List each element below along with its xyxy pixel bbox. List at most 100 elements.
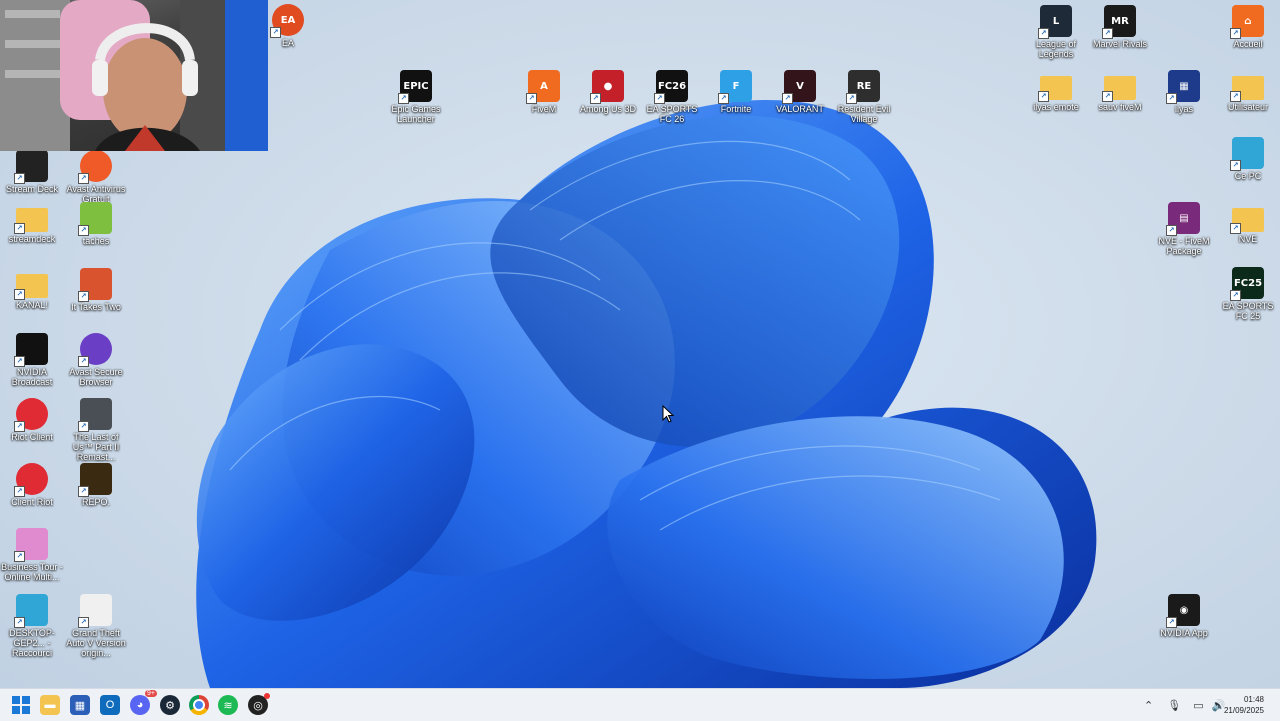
shortcut-arrow-icon: ↗ — [1230, 223, 1241, 234]
desktop-icon[interactable]: EPIC ↗ Epic Games Launcher — [384, 70, 448, 124]
outlook-button[interactable]: O — [100, 695, 120, 715]
home-icon: ⌂ ↗ — [1230, 5, 1264, 39]
clock-date: 21/09/2025 — [1223, 706, 1264, 715]
shortcut-arrow-icon: ↗ — [526, 93, 537, 104]
desktop-icon[interactable]: ● ↗ Among Us 3D — [576, 70, 640, 114]
webcam-person-image — [0, 0, 268, 151]
desktop-icon[interactable]: FC25 ↗ EA SPORTS FC 25 — [1216, 267, 1280, 321]
desktop-icon-label: NVIDIA App — [1160, 628, 1208, 638]
desktop-icon-label: Fortnite — [720, 104, 752, 114]
obs-button[interactable]: ◎ — [248, 693, 270, 715]
desktop-icon[interactable]: ↗ The Last of Us™ Part II Remast... — [64, 398, 128, 462]
desktop-icon[interactable]: ↗ REPO. — [64, 463, 128, 507]
winrar-icon: ▤ ↗ — [1166, 202, 1200, 236]
desktop-icon[interactable]: ↗ KANAL! — [0, 268, 64, 310]
desktop-icon[interactable]: ◉ ↗ NVIDIA App — [1152, 594, 1216, 638]
spotify-button[interactable]: ≋ — [218, 695, 238, 715]
desktop-icon[interactable]: ↗ Business Tour - Online Multi... — [0, 528, 64, 582]
shortcut-arrow-icon: ↗ — [78, 291, 89, 302]
desktop-icon[interactable]: ↗ Ce PC — [1216, 137, 1280, 181]
outlook-icon: O — [105, 699, 115, 711]
shortcut-arrow-icon: ↗ — [78, 421, 89, 432]
desktop-icon[interactable]: ↗ NVIDIA Broadcast — [0, 333, 64, 387]
folder-icon: ↗ — [1038, 76, 1072, 102]
shortcut-arrow-icon: ↗ — [782, 93, 793, 104]
notepad-icon: ↗ — [78, 202, 112, 236]
clock[interactable]: 01:48 21/09/2025 — [1224, 694, 1264, 716]
desktop-icon[interactable]: ↗ Utilisateur — [1216, 70, 1280, 112]
shortcut-arrow-icon: ↗ — [14, 551, 25, 562]
browser-icon: ↗ — [78, 333, 112, 367]
desktop-icon[interactable]: ↗ sauv fiveM — [1088, 70, 1152, 112]
recording-dot — [264, 693, 270, 699]
valorant-icon: V ↗ — [782, 70, 816, 104]
desktop-icon-label: KANAL! — [15, 300, 48, 310]
shortcut-arrow-icon: ↗ — [1166, 93, 1177, 104]
desktop-icon-label: DESKTOP-GEP2... - Raccourci — [9, 628, 55, 658]
desktop-icon[interactable]: RE ↗ Resident Evil Village — [832, 70, 896, 124]
desktop-icon[interactable]: MR ↗ Marvel Rivals — [1088, 5, 1152, 49]
desktop-icon[interactable]: ↗ It Takes Two — [64, 268, 128, 312]
desktop-icon[interactable]: ↗ Stream Deck — [0, 150, 64, 194]
shortcut-arrow-icon: ↗ — [590, 93, 601, 104]
nvidia-icon: ◉ ↗ — [1166, 594, 1200, 628]
desktop-icon-label: Client Riot — [11, 497, 53, 507]
taskbar: ▬ ▦ O ◕ 9+ ⚙ ≋ ◎ ⌃ 🎙 ▭ 🔊 01:48 21/09/202… — [0, 688, 1280, 721]
store-button[interactable]: ▦ — [70, 695, 90, 715]
shortcut-arrow-icon: ↗ — [1102, 91, 1113, 102]
desktop-icon[interactable]: ↗ NVE — [1216, 202, 1280, 244]
chrome-button[interactable] — [189, 695, 209, 715]
desktop-icon-label: Business Tour - Online Multi... — [1, 562, 63, 582]
desktop-icon[interactable]: L ↗ League of Legends — [1024, 5, 1088, 59]
microphone-icon[interactable]: 🎙 — [1167, 699, 1181, 712]
shortcut-arrow-icon: ↗ — [398, 93, 409, 104]
desktop-icon-label: REPO. — [81, 497, 110, 507]
steam-button[interactable]: ⚙ — [160, 695, 180, 715]
desktop-icon[interactable]: ↗ Grand Theft Auto V Version origin... — [64, 594, 128, 658]
desktop-icon[interactable]: ↗ DESKTOP-GEP2... - Raccourci — [0, 594, 64, 658]
desktop-icon-label: Utilisateur — [1227, 102, 1268, 112]
desktop-icon-label: Ce PC — [1234, 171, 1262, 181]
desktop-icon[interactable]: ↗ Riot Client — [0, 398, 64, 442]
discord-button[interactable]: ◕ 9+ — [130, 690, 157, 715]
desktop-icon[interactable]: ▤ ↗ NVE - FiveM Package — [1152, 202, 1216, 256]
desktop-icon[interactable]: A ↗ FiveM — [512, 70, 576, 114]
lol-icon: L ↗ — [1038, 5, 1072, 39]
shortcut-arrow-icon: ↗ — [1230, 28, 1241, 39]
desktop-icon-label: EA SPORTS FC 26 — [646, 104, 698, 124]
monitor-icon: ↗ — [14, 594, 48, 628]
desktop-icon[interactable]: ↗ Avast Secure Browser — [64, 333, 128, 387]
desktop-icon[interactable]: FC26 ↗ EA SPORTS FC 26 — [640, 70, 704, 124]
windows-logo-icon — [12, 696, 30, 714]
start-button[interactable] — [11, 695, 31, 715]
obs-icon: ◎ — [253, 699, 263, 712]
desktop-icon-label: Resident Evil Village — [837, 104, 891, 124]
shortcut-arrow-icon: ↗ — [1038, 28, 1049, 39]
folder-icon: ↗ — [1230, 76, 1264, 102]
desktop-icon-label: Riot Client — [11, 432, 53, 442]
desktop-icon[interactable]: ↗ taches — [64, 202, 128, 246]
shortcut-arrow-icon: ↗ — [78, 486, 89, 497]
desktop-icon[interactable]: ↗ Avast Antivirus Gratuit — [64, 150, 128, 204]
shortcut-arrow-icon: ↗ — [654, 93, 665, 104]
desktop-icon[interactable]: F ↗ Fortnite — [704, 70, 768, 114]
game-icon: ↗ — [78, 463, 112, 497]
desktop-icon-label: Accueil — [1233, 39, 1263, 49]
shortcut-arrow-icon: ↗ — [14, 356, 25, 367]
shortcut-arrow-icon: ↗ — [14, 173, 25, 184]
shortcut-arrow-icon: ↗ — [78, 617, 89, 628]
shortcut-arrow-icon: ↗ — [14, 486, 25, 497]
file-explorer-button[interactable]: ▬ — [40, 695, 60, 715]
desktop-icon[interactable]: ↗ streamdeck — [0, 202, 64, 244]
desktop-icon[interactable]: ↗ Client Riot — [0, 463, 64, 507]
shortcut-arrow-icon: ↗ — [1038, 91, 1049, 102]
desktop-icon[interactable]: ↗ ilyas emote — [1024, 70, 1088, 112]
desktop-icon[interactable]: ▦ ↗ ilyas — [1152, 70, 1216, 114]
chevron-up-icon[interactable]: ⌃ — [1144, 699, 1153, 712]
folder-icon: ↗ — [1230, 208, 1264, 234]
shortcut-arrow-icon: ↗ — [78, 356, 89, 367]
display-icon[interactable]: ▭ — [1193, 699, 1203, 712]
store-icon: ▦ — [74, 699, 86, 712]
desktop-icon[interactable]: V ↗ VALORANT — [768, 70, 832, 114]
desktop-icon[interactable]: ⌂ ↗ Accueil — [1216, 5, 1280, 49]
